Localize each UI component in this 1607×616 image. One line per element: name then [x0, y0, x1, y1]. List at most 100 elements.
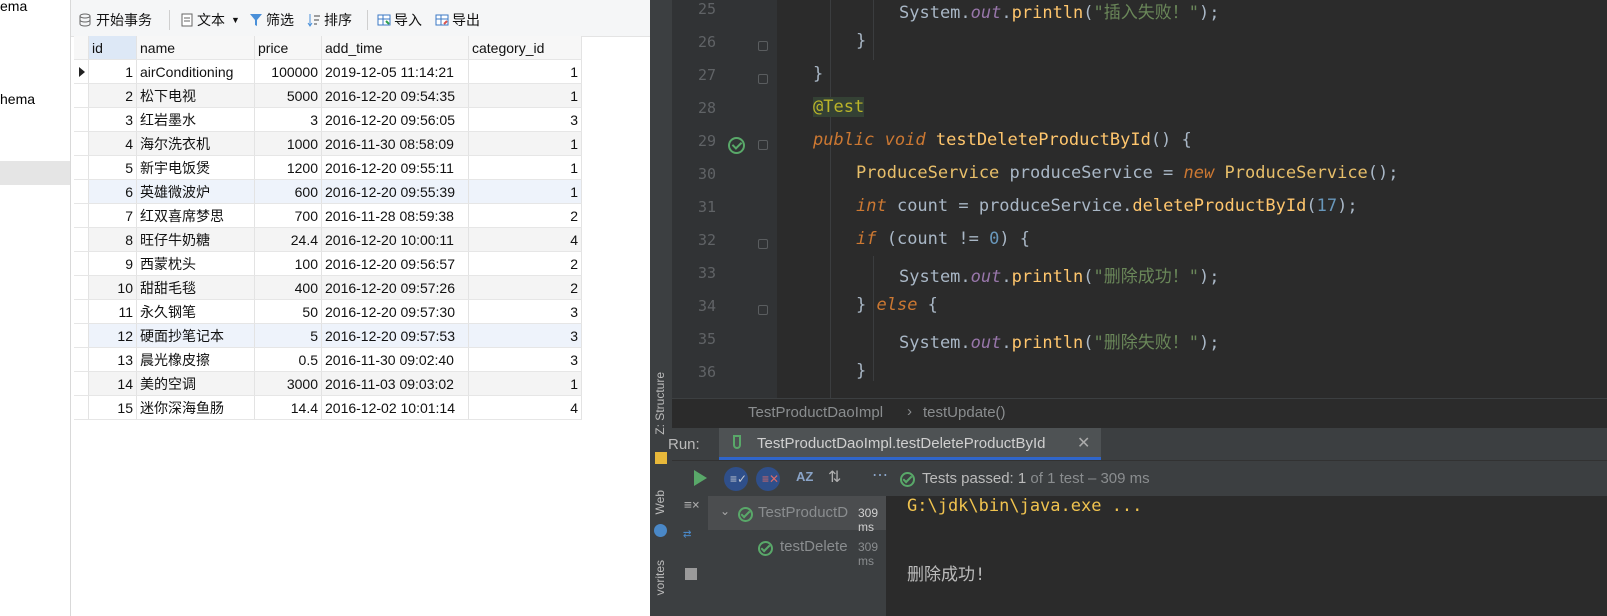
tree-item-method[interactable]: testDelete 309 ms	[708, 530, 886, 568]
export-button[interactable]: 导出	[435, 10, 480, 30]
table-row[interactable]: 5 新宇电饭煲 1200 2016-12-20 09:55:11 1	[74, 156, 582, 180]
row-marker[interactable]	[74, 84, 89, 108]
row-marker[interactable]	[74, 108, 89, 132]
row-marker[interactable]	[74, 324, 89, 348]
cell-category-id[interactable]: 1	[469, 156, 582, 180]
exchange-icon[interactable]: ⇄	[683, 526, 691, 542]
row-marker[interactable]	[74, 300, 89, 324]
cell-add-time[interactable]: 2016-12-20 09:54:35	[322, 84, 469, 108]
sidebar-item[interactable]: hema	[0, 91, 35, 107]
table-row[interactable]: 10 甜甜毛毯 400 2016-12-20 09:57:26 2	[74, 276, 582, 300]
cell-price[interactable]: 50	[255, 300, 322, 324]
filter-button[interactable]: 筛选	[249, 10, 294, 30]
cell-add-time[interactable]: 2016-12-20 09:57:26	[322, 276, 469, 300]
cell-id[interactable]: 10	[89, 276, 137, 300]
table-row[interactable]: 1 airConditioning 100000 2019-12-05 11:14:2…	[74, 60, 582, 84]
column-header-price[interactable]: price	[255, 36, 322, 60]
cell-name[interactable]: 西蒙枕头	[137, 252, 255, 276]
import-button[interactable]: 导入	[377, 10, 422, 30]
structure-tool-button[interactable]: Z: Structure	[653, 372, 667, 435]
more-options-icon[interactable]: ⋯	[872, 465, 888, 485]
web-tool-button[interactable]: Web	[653, 490, 667, 514]
breadcrumb-class[interactable]: TestProductDaoImpl	[748, 404, 883, 421]
cell-add-time[interactable]: 2016-12-20 09:57:30	[322, 300, 469, 324]
table-row[interactable]: 13 晨光橡皮擦 0.5 2016-11-30 09:02:40 3	[74, 348, 582, 372]
fold-marker-icon[interactable]	[758, 305, 768, 315]
cell-category-id[interactable]: 1	[469, 84, 582, 108]
show-ignored-button[interactable]: ≡✕	[756, 467, 780, 491]
cell-price[interactable]: 3	[255, 108, 322, 132]
table-row[interactable]: 8 旺仔牛奶糖 24.4 2016-12-20 10:00:11 4	[74, 228, 582, 252]
cell-price[interactable]: 3000	[255, 372, 322, 396]
cell-name[interactable]: 红双喜席梦思	[137, 204, 255, 228]
cell-add-time[interactable]: 2016-12-20 09:56:05	[322, 108, 469, 132]
cell-name[interactable]: 旺仔牛奶糖	[137, 228, 255, 252]
cell-category-id[interactable]: 4	[469, 228, 582, 252]
sidebar-item[interactable]: ema	[0, 0, 27, 14]
cell-category-id[interactable]: 2	[469, 276, 582, 300]
cell-add-time[interactable]: 2016-11-30 09:02:40	[322, 348, 469, 372]
table-row[interactable]: 2 松下电视 5000 2016-12-20 09:54:35 1	[74, 84, 582, 108]
cell-price[interactable]: 5	[255, 324, 322, 348]
fold-marker-icon[interactable]	[758, 41, 768, 51]
column-header-id[interactable]: id	[89, 36, 137, 60]
run-tab[interactable]: TestProductDaoImpl.testDeleteProductById…	[719, 428, 1101, 460]
cell-name[interactable]: 英雄微波炉	[137, 180, 255, 204]
favorites-tool-button[interactable]: vorites	[653, 560, 667, 595]
table-row[interactable]: 11 永久钢笔 50 2016-12-20 09:57:30 3	[74, 300, 582, 324]
cell-category-id[interactable]: 1	[469, 132, 582, 156]
cell-price[interactable]: 5000	[255, 84, 322, 108]
clear-icon[interactable]: ≡×	[684, 498, 700, 513]
cell-id[interactable]: 13	[89, 348, 137, 372]
row-marker[interactable]	[74, 132, 89, 156]
table-row[interactable]: 7 红双喜席梦思 700 2016-11-28 08:59:38 2	[74, 204, 582, 228]
fold-marker-icon[interactable]	[758, 239, 768, 249]
row-marker[interactable]	[74, 156, 89, 180]
cell-id[interactable]: 11	[89, 300, 137, 324]
sort-by-duration-icon[interactable]: ⇅	[828, 467, 841, 487]
column-header-category-id[interactable]: category_id	[469, 36, 582, 60]
cell-category-id[interactable]: 3	[469, 108, 582, 132]
close-tab-icon[interactable]: ✕	[1077, 433, 1090, 453]
cell-name[interactable]: 晨光橡皮擦	[137, 348, 255, 372]
begin-transaction-button[interactable]: 开始事务	[79, 10, 152, 30]
cell-price[interactable]: 700	[255, 204, 322, 228]
row-marker[interactable]	[74, 396, 89, 420]
cell-price[interactable]: 1000	[255, 132, 322, 156]
row-marker[interactable]	[74, 252, 89, 276]
cell-add-time[interactable]: 2019-12-05 11:14:21	[322, 60, 469, 84]
cell-price[interactable]: 0.5	[255, 348, 322, 372]
cell-category-id[interactable]: 1	[469, 60, 582, 84]
cell-id[interactable]: 2	[89, 84, 137, 108]
text-button[interactable]: 文本 ▼	[180, 10, 240, 30]
cell-price[interactable]: 100	[255, 252, 322, 276]
table-row[interactable]: 14 美的空调 3000 2016-11-03 09:03:02 1	[74, 372, 582, 396]
sort-alphabetically-icon[interactable]: AZ	[796, 469, 813, 484]
cell-add-time[interactable]: 2016-11-30 08:58:09	[322, 132, 469, 156]
cell-name[interactable]: 甜甜毛毯	[137, 276, 255, 300]
cell-category-id[interactable]: 1	[469, 180, 582, 204]
column-header-name[interactable]: name	[137, 36, 255, 60]
table-row[interactable]: 9 西蒙枕头 100 2016-12-20 09:56:57 2	[74, 252, 582, 276]
cell-name[interactable]: 松下电视	[137, 84, 255, 108]
cell-add-time[interactable]: 2016-12-20 09:57:53	[322, 324, 469, 348]
cell-id[interactable]: 4	[89, 132, 137, 156]
row-marker[interactable]	[74, 228, 89, 252]
cell-add-time[interactable]: 2016-12-20 10:00:11	[322, 228, 469, 252]
cell-add-time[interactable]: 2016-12-02 10:01:14	[322, 396, 469, 420]
cell-id[interactable]: 3	[89, 108, 137, 132]
cell-name[interactable]: 新宇电饭煲	[137, 156, 255, 180]
rerun-icon[interactable]	[694, 470, 707, 486]
row-marker[interactable]	[74, 372, 89, 396]
row-marker[interactable]	[74, 204, 89, 228]
breadcrumb-method[interactable]: testUpdate()	[923, 404, 1006, 421]
row-marker[interactable]	[74, 348, 89, 372]
table-row[interactable]: 15 迷你深海鱼肠 14.4 2016-12-02 10:01:14 4	[74, 396, 582, 420]
cell-price[interactable]: 100000	[255, 60, 322, 84]
cell-category-id[interactable]: 3	[469, 348, 582, 372]
cell-name[interactable]: 美的空调	[137, 372, 255, 396]
cell-id[interactable]: 9	[89, 252, 137, 276]
cell-price[interactable]: 400	[255, 276, 322, 300]
cell-id[interactable]: 12	[89, 324, 137, 348]
cell-add-time[interactable]: 2016-12-20 09:56:57	[322, 252, 469, 276]
